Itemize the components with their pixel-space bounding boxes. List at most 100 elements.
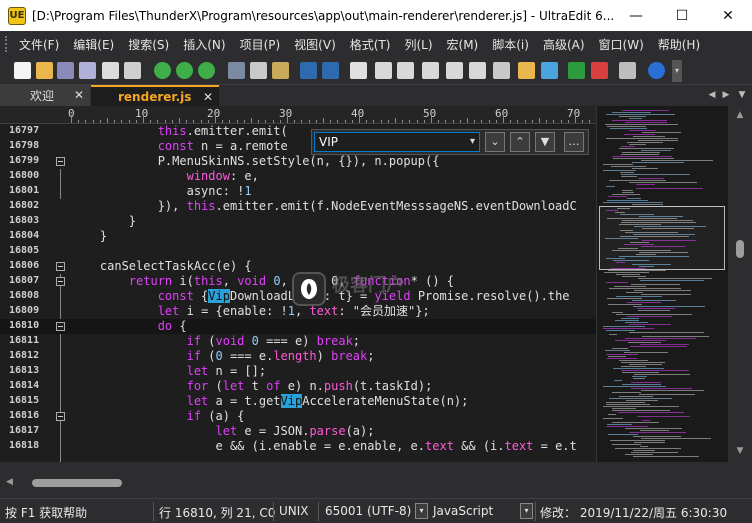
compare-icon[interactable] [541, 62, 558, 79]
tab-renderer-js[interactable]: renderer.js ✕ [91, 85, 219, 106]
status-bar: 按 F1 获取帮助 行 16810, 列 21, C0 UNIX 65001 (… [0, 498, 752, 523]
minimap[interactable] [596, 106, 728, 462]
replace-icon[interactable] [446, 62, 463, 79]
scroll-up-icon[interactable]: ▲ [734, 110, 746, 122]
status-cursor-position: 行 16810, 列 21, C0 [159, 506, 276, 520]
status-modified-time: 修改： 2019/11/22/周五 6:30:30 [540, 506, 728, 520]
ruler-tick [330, 120, 332, 123]
line-code: if (a) { [186, 409, 245, 423]
ruler-tick [395, 118, 396, 123]
new-file-icon[interactable] [14, 62, 31, 79]
help-icon[interactable] [648, 62, 665, 79]
ruler-tick [186, 120, 188, 123]
replace-in-files-icon[interactable] [469, 62, 486, 79]
save-as-icon[interactable] [79, 62, 96, 79]
ftp-icon[interactable] [568, 62, 585, 79]
minimap-line [603, 328, 654, 329]
folder-browse-icon[interactable] [518, 62, 535, 79]
code-line: 16804 } [0, 229, 596, 244]
find-icon[interactable] [350, 62, 367, 79]
menu-advanced[interactable]: 高级(A) [536, 36, 592, 53]
fold-toggle-icon[interactable] [56, 277, 65, 286]
find-prev-icon[interactable] [397, 62, 414, 79]
find-filter-button[interactable]: ▼ [535, 132, 555, 152]
find-history-dropdown-icon[interactable]: ▾ [470, 133, 475, 151]
tab-welcome-close-icon[interactable]: ✕ [74, 88, 84, 102]
spell-check-icon[interactable] [493, 62, 510, 79]
back-icon[interactable] [154, 62, 171, 79]
find-input[interactable]: VIP ▾ [314, 132, 480, 152]
cut-icon[interactable] [228, 62, 245, 79]
menu-insert[interactable]: 插入(N) [176, 36, 232, 53]
find-in-files-icon[interactable] [422, 62, 439, 79]
menu-view[interactable]: 视图(V) [287, 36, 343, 53]
toolbar-overflow-chevron-icon[interactable]: ▾ [672, 60, 682, 82]
menu-script[interactable]: 脚本(i) [485, 36, 536, 53]
save-icon[interactable] [57, 62, 74, 79]
find-prev-button[interactable]: ⌃ [510, 132, 530, 152]
menu-project[interactable]: 项目(P) [233, 36, 288, 53]
minimap-line [642, 228, 694, 229]
menu-macro[interactable]: 宏(M) [440, 36, 486, 53]
find-options-button[interactable]: … [564, 132, 584, 152]
menu-grip-handle[interactable] [5, 36, 9, 52]
vertical-scroll-thumb[interactable] [736, 240, 744, 258]
redo-icon[interactable] [322, 62, 339, 79]
line-code: if (0 === e.length) break; [186, 349, 375, 363]
line-number: 16811 [9, 335, 40, 346]
horizontal-scrollbar[interactable]: ◀ [0, 462, 752, 498]
minimap-line [629, 432, 686, 433]
vertical-scrollbar[interactable]: ▲ ▼ [728, 106, 752, 462]
tab-welcome[interactable]: 欢迎 ✕ [0, 85, 90, 106]
menu-format[interactable]: 格式(T) [343, 36, 398, 53]
menu-help[interactable]: 帮助(H) [651, 36, 707, 53]
line-number: 16808 [9, 290, 40, 301]
language-dropdown-icon[interactable]: ▾ [520, 503, 533, 519]
find-next-icon[interactable] [375, 62, 392, 79]
menu-file[interactable]: 文件(F) [12, 36, 66, 53]
scroll-down-icon[interactable]: ▼ [734, 446, 746, 458]
fold-toggle-icon[interactable] [56, 262, 65, 271]
minimap-line [612, 422, 659, 423]
minimap-line [613, 260, 649, 261]
fold-toggle-icon[interactable] [56, 412, 65, 421]
menu-column[interactable]: 列(L) [397, 36, 439, 53]
tab-renderer-close-icon[interactable]: ✕ [203, 90, 213, 104]
copy-icon[interactable] [250, 62, 267, 79]
forward-icon[interactable] [176, 62, 193, 79]
fold-toggle-icon[interactable] [56, 322, 65, 331]
minimap-line [625, 322, 648, 323]
paste-icon[interactable] [272, 62, 289, 79]
fold-toggle-icon[interactable] [56, 157, 65, 166]
ruler-tick [200, 120, 202, 123]
ruler-tick [294, 120, 296, 123]
goto-icon[interactable] [198, 62, 215, 79]
tab-scroll-left-icon[interactable]: ◀ [706, 89, 718, 102]
ultracompare-icon[interactable] [591, 62, 608, 79]
print-preview-icon[interactable] [124, 62, 141, 79]
minimap-line [607, 126, 646, 127]
menu-edit[interactable]: 编辑(E) [66, 36, 121, 53]
status-encoding[interactable]: 65001 (UTF-8) [325, 504, 411, 518]
print-icon[interactable] [102, 62, 119, 79]
menu-window[interactable]: 窗口(W) [592, 36, 651, 53]
scroll-left-icon[interactable]: ◀ [6, 477, 13, 487]
tab-list-icon[interactable]: ▼ [736, 89, 748, 102]
tab-scroll-right-icon[interactable]: ▶ [720, 89, 732, 102]
status-language[interactable]: JavaScript [433, 504, 493, 518]
encoding-dropdown-icon[interactable]: ▾ [415, 503, 428, 519]
minimap-line [629, 364, 662, 365]
find-next-button[interactable]: ⌄ [485, 132, 505, 152]
open-folder-icon[interactable] [36, 62, 53, 79]
maximize-button[interactable]: ☐ [659, 0, 705, 31]
menu-search[interactable]: 搜索(S) [121, 36, 176, 53]
minimap-line [621, 174, 690, 175]
horizontal-scroll-thumb[interactable] [32, 479, 122, 487]
settings-icon[interactable] [619, 62, 636, 79]
undo-icon[interactable] [300, 62, 317, 79]
close-window-button[interactable]: ✕ [705, 0, 751, 31]
status-line-ending[interactable]: UNIX [279, 504, 309, 518]
minimap-line [633, 378, 645, 379]
minimap-line [625, 122, 667, 123]
minimize-button[interactable]: — [613, 0, 659, 31]
